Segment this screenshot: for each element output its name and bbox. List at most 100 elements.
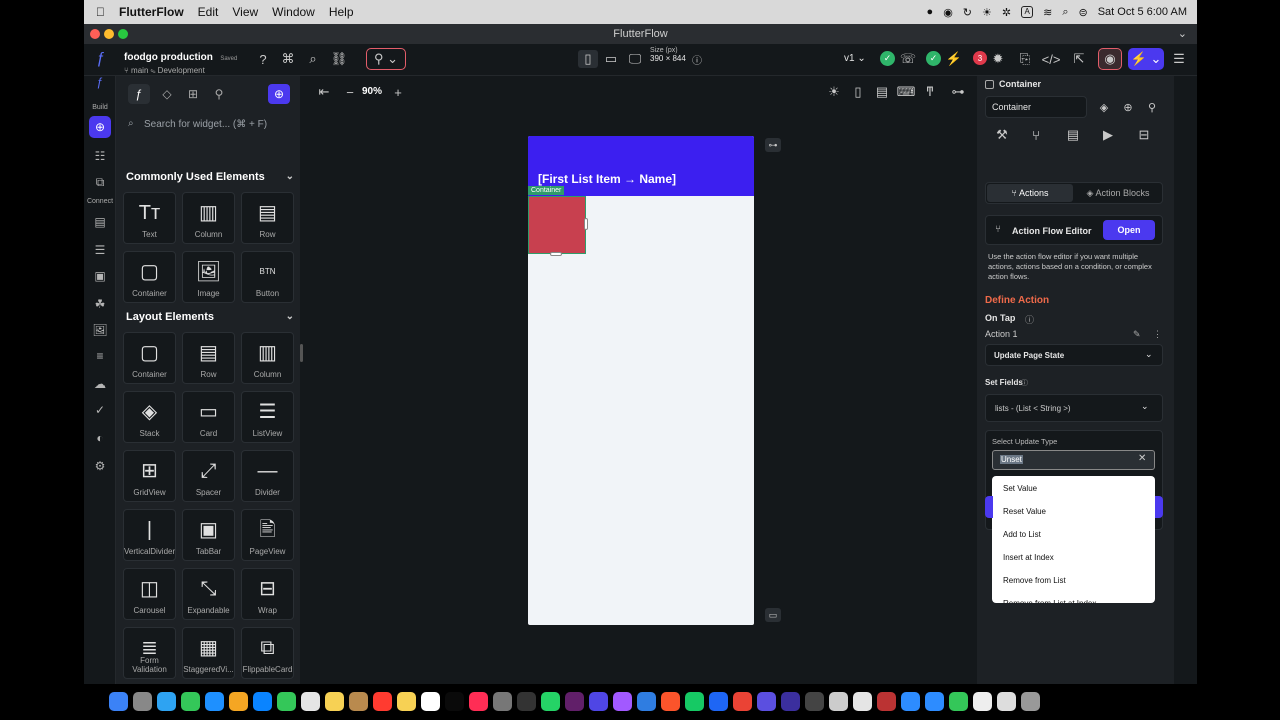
more-options-icon[interactable]: ⋮ [1153,329,1162,340]
dock-app-icon[interactable] [133,691,152,711]
dock-app-icon[interactable] [205,691,224,711]
input-source-icon[interactable]: A [1021,6,1034,18]
dock-app-icon[interactable] [517,691,536,711]
lightning-icon[interactable]: ⚡ [945,50,963,68]
light-mode-icon[interactable]: ☀ [826,84,842,100]
dock-app-icon[interactable] [1021,691,1040,711]
run-button[interactable]: ⚡ ⌄ [1128,48,1164,70]
layout-elements-header[interactable]: Layout Elements ⌄ [126,311,294,323]
dock-app-icon[interactable] [421,691,440,711]
dock-app-icon[interactable] [709,691,728,711]
properties-tab-icon[interactable]: ⚒ [993,126,1011,144]
tablet-device-icon[interactable]: ▭ [602,50,620,68]
dock-app-icon[interactable] [109,691,128,711]
container-checkbox[interactable] [985,80,994,89]
widget-card-image[interactable]: 🖼 Image [182,251,235,303]
dock-app-icon[interactable] [541,691,560,711]
keyboard-icon[interactable]: ⌨ [897,84,916,100]
dock-app-icon[interactable] [733,691,752,711]
dock-app-icon[interactable] [661,691,680,711]
dock-app-icon[interactable] [637,691,656,711]
dock-app-icon[interactable] [277,691,296,711]
device-frame-icon[interactable]: ▯ [850,84,866,100]
check-green-icon[interactable]: ✓ [880,51,895,66]
common-elements-header[interactable]: Commonly Used Elements ⌄ [126,171,294,183]
dock-app-icon[interactable] [469,691,488,711]
database-icon[interactable]: ▤ [92,214,108,230]
panel-resize-handle[interactable] [300,344,303,362]
diamond-icon[interactable]: ◈ [1095,98,1113,116]
close-window-button[interactable] [90,29,100,39]
widget-card-column[interactable]: ▥ Column [241,332,294,384]
chevron-down-icon[interactable]: ⌄ [286,171,294,182]
spotlight-icon[interactable]: ⌕ [1062,6,1068,19]
widget-card-container[interactable]: ▢ Container [123,251,176,303]
dock-app-icon[interactable] [925,691,944,711]
widget-search-input[interactable]: Search for widget... (⌘ + F) [122,114,294,136]
widget-card-row[interactable]: ▤ Row [182,332,235,384]
project-info[interactable]: foodgo production Saved ⑂ main ✎ Develop… [124,47,237,75]
zoom-in-button[interactable]: + [390,84,406,100]
backend-query-tab-icon[interactable]: ▤ [1064,126,1082,144]
widget-card-gridview[interactable]: ⊞ GridView [123,450,176,502]
bug-icon[interactable]: ✹ [990,50,1006,68]
dock-app-icon[interactable] [901,691,920,711]
confirm-button-partial[interactable] [985,496,993,518]
gear-status-icon[interactable]: ✲ [1002,6,1011,19]
cloud-icon[interactable]: ☁ [92,376,108,392]
dock-app-icon[interactable] [805,691,824,711]
info-icon[interactable]: ⓘ [690,50,704,68]
cloud-functions-icon[interactable]: ☘ [92,296,108,312]
widget-card-staggeredvi-[interactable]: ▦ StaggeredVi... [182,627,235,679]
dock-app-icon[interactable] [253,691,272,711]
widget-card-container[interactable]: ▢ Container [123,332,176,384]
chat-icon[interactable]: ☏ [899,50,917,68]
edit-action-icon[interactable]: ✎ [1133,329,1141,340]
open-external-icon[interactable]: ⇱ [1070,50,1088,68]
zoom-out-button[interactable]: − [342,84,358,100]
theme-widget-button[interactable]: ⚲ ⌄ [366,48,406,70]
theme-icon[interactable]: ◐ [92,430,108,446]
dock-app-icon[interactable] [781,691,800,711]
widget-card-spacer[interactable]: ⤢ Spacer [182,450,235,502]
widget-card-button[interactable]: BTN Button [241,251,294,303]
widget-tree-icon[interactable]: ☷ [92,148,108,164]
dock-app-icon[interactable] [565,691,584,711]
link-icon[interactable]: ⛓ [330,50,348,68]
preview-eye-icon[interactable]: ◉ [1098,48,1122,70]
api-calls-icon[interactable]: ▣ [92,268,108,284]
desktop-device-icon[interactable]: 🖵 [626,50,644,68]
menu-help[interactable]: Help [329,5,354,19]
tree-layout-icon[interactable]: ⊶ [950,84,966,100]
widget-card-divider[interactable]: — Divider [241,450,294,502]
menu-icon[interactable]: ☰ [1170,50,1188,68]
option-remove-from-list[interactable]: Remove from List [1003,576,1066,585]
resize-handle-right[interactable] [584,218,588,230]
option-remove-from-list-at-index[interactable]: Remove from List at Index [1003,599,1096,603]
option-set-value[interactable]: Set Value [1003,484,1037,493]
open-flow-editor-button[interactable]: Open [1103,220,1155,240]
apple-icon[interactable]:  [96,5,105,19]
tab-widgets[interactable]: ƒ [128,84,150,104]
resize-handle-bottom[interactable] [550,252,562,256]
dock-app-icon[interactable] [181,691,200,711]
dock-app-icon[interactable] [877,691,896,711]
mobile-device-icon[interactable]: ▯ [578,50,598,68]
text-scale-icon[interactable]: ͳ [922,84,938,100]
dock-app-icon[interactable] [373,691,392,711]
confirm-button-partial-right[interactable] [1155,496,1163,518]
dock-app-icon[interactable] [613,691,632,711]
dock-app-icon[interactable] [397,691,416,711]
settings-gear-icon[interactable]: ⚙ [92,458,108,474]
info-icon[interactable]: ⓘ [1025,313,1034,326]
zoom-window-button[interactable] [118,29,128,39]
app-bar-title[interactable]: [First List Item → Name] [538,172,676,186]
chevron-down-icon[interactable]: ⌄ [286,311,294,322]
chevron-down-icon[interactable]: ⌄ [1178,24,1187,44]
flutterflow-logo-icon-rail[interactable]: ƒ [92,74,108,90]
menu-app-name[interactable]: FlutterFlow [119,5,184,19]
code-icon[interactable]: </> [1042,50,1061,68]
help-icon[interactable]: ? [254,50,272,68]
dock-app-icon[interactable] [757,691,776,711]
widget-card-pageview[interactable]: 🖹 PageView [241,509,294,561]
